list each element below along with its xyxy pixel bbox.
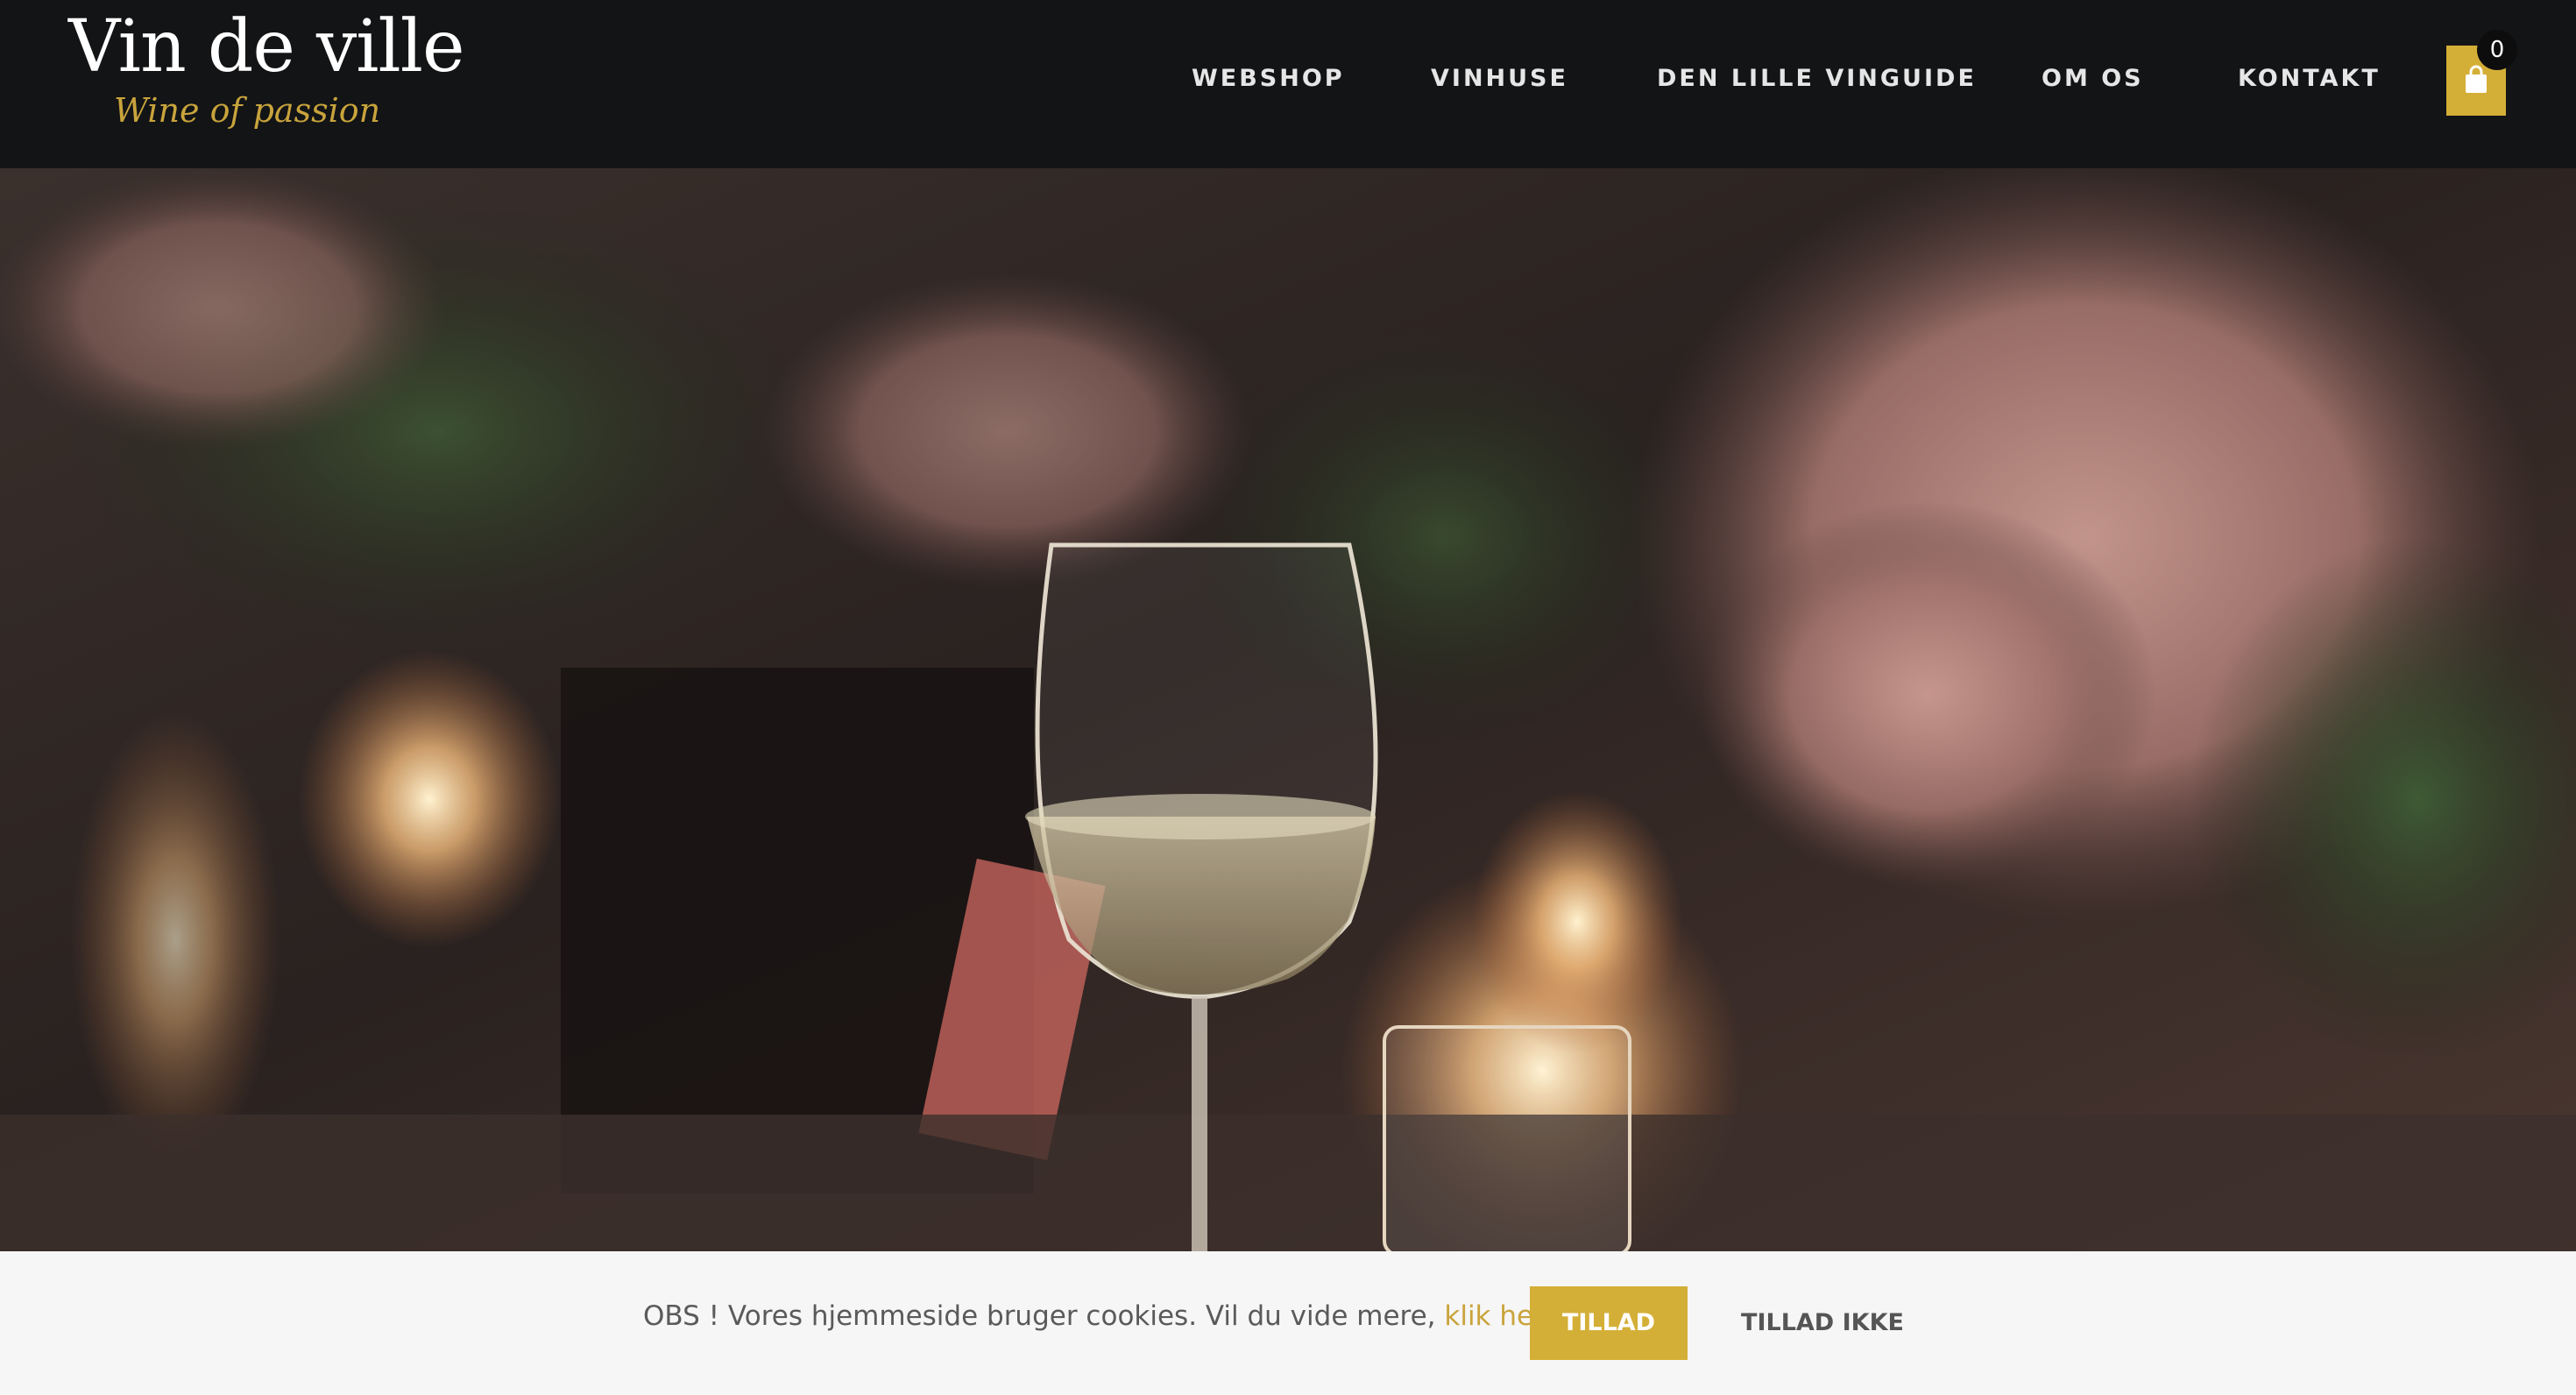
allow-cookies-button[interactable]: TILLAD [1530,1286,1688,1360]
deny-cookies-button[interactable]: TILLAD IKKE [1735,1286,1910,1360]
cookie-text: OBS ! Vores hjemmeside bruger cookies. V… [643,1300,1445,1332]
main-nav: WEBSHOP VINHUSE DEN LILLE VINGUIDE OM OS… [0,65,2576,100]
cookie-bar: OBS ! Vores hjemmeside bruger cookies. V… [0,1251,2576,1395]
site-header: Vin de ville Wine of passion WEBSHOP VIN… [0,0,2576,168]
nav-item-om-os[interactable]: OM OS [2042,65,2144,92]
cookie-more-link[interactable]: klik her [1444,1300,1542,1332]
nav-item-den-lille-vinguide[interactable]: DEN LILLE VINGUIDE [1657,65,1977,92]
hero-photo [0,168,2576,1251]
cart-count-badge: 0 [2477,30,2517,70]
nav-item-vinhuse[interactable]: VINHUSE [1431,65,1568,92]
nav-item-kontakt[interactable]: KONTAKT [2238,65,2381,92]
cookie-message: OBS ! Vores hjemmeside bruger cookies. V… [643,1300,1551,1332]
nav-item-webshop[interactable]: WEBSHOP [1192,65,1345,92]
shopping-bag-icon [2466,65,2487,93]
hero-image [0,168,2576,1251]
